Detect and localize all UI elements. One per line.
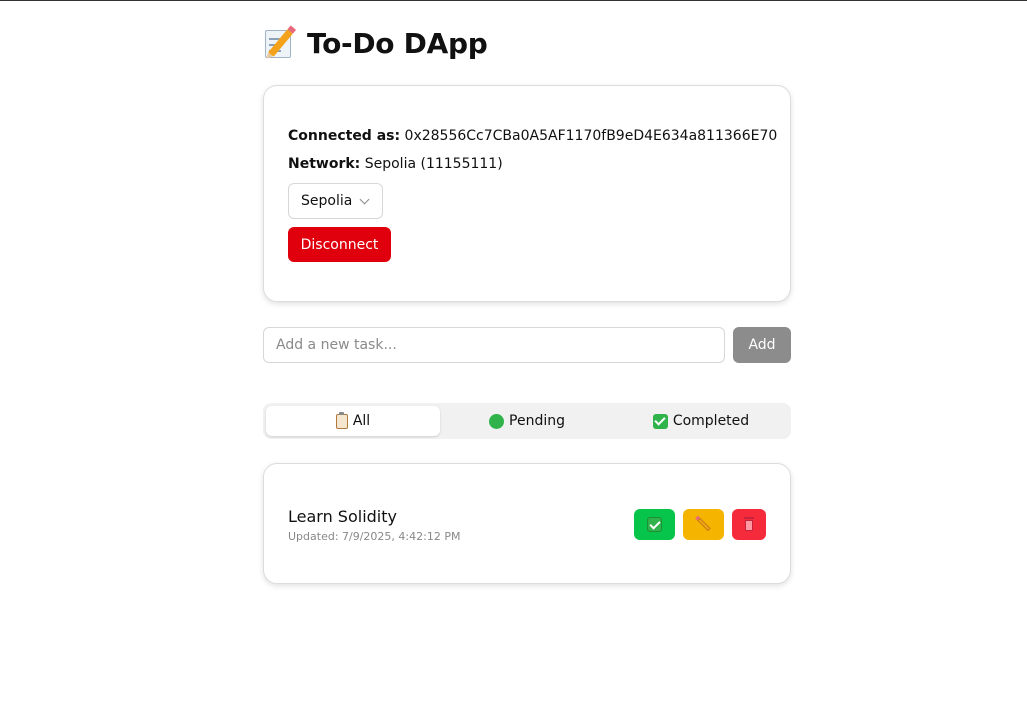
network-value: Sepolia (11155111) [364,156,503,172]
delete-task-button[interactable] [732,509,766,540]
network-select[interactable]: Sepolia [288,183,383,219]
clipboard-icon [335,411,348,429]
page-title: To-Do DApp [307,26,488,60]
network-select-value: Sepolia [301,193,353,209]
tab-all-label: All [352,413,371,429]
green-circle-icon [489,413,505,429]
connection-card: Connected as: 0x28556Cc7CBa0A5AF1170fB9e… [263,85,791,302]
edit-task-button[interactable] [683,509,724,540]
wallet-address: 0x28556Cc7CBa0A5AF1170fB9eD4E634a811366E… [404,128,778,144]
new-task-input[interactable] [263,327,725,363]
memo-pencil-icon [263,26,297,60]
check-mark-button-icon [652,413,668,429]
page-header: To-Do DApp [263,24,488,62]
tab-all[interactable]: All [266,406,440,436]
task-updated-timestamp: Updated: 7/9/2025, 4:42:12 PM [288,530,461,543]
pencil-icon [696,517,711,532]
task-title: Learn Solidity [288,507,397,526]
check-mark-button-icon [647,517,662,532]
complete-task-button[interactable] [634,509,675,540]
window-top-border [0,0,1027,1]
chevron-down-icon [359,194,370,205]
add-task-button[interactable]: Add [733,327,791,363]
connected-as-row: Connected as: 0x28556Cc7CBa0A5AF1170fB9e… [288,128,777,144]
task-item: Learn Solidity Updated: 7/9/2025, 4:42:1… [263,463,791,584]
connected-as-label: Connected as: [288,128,401,144]
network-label: Network: [288,156,361,172]
tab-completed[interactable]: Completed [614,406,788,436]
tab-pending[interactable]: Pending [440,406,614,436]
wastebasket-icon [744,517,754,531]
filter-tabs: All Pending Completed [263,403,791,439]
tab-pending-label: Pending [509,413,565,429]
network-row: Network: Sepolia (11155111) [288,156,503,172]
tab-completed-label: Completed [672,413,750,429]
disconnect-button[interactable]: Disconnect [288,227,391,262]
